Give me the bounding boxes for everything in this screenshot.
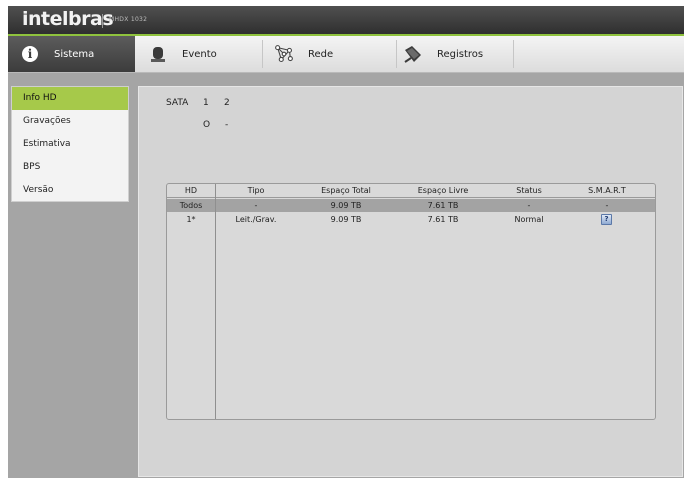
app-window: intelbras MHDX 1032 i Sistema Evento Red… — [8, 6, 684, 478]
nav-sistema-label: Sistema — [54, 48, 95, 60]
nav-registros-label: Registros — [437, 48, 484, 60]
table-row[interactable]: 1* Leit./Grav. 9.09 TB 7.61 TB Normal ? — [167, 213, 655, 226]
col-tipo: Tipo — [247, 186, 265, 195]
model-label: MHDX 1032 — [109, 16, 148, 23]
cell-hd: Todos — [179, 201, 203, 210]
nav-sistema[interactable]: i Sistema — [8, 36, 135, 72]
cell-tipo: - — [254, 201, 258, 210]
table-header: HD Tipo Espaço Total Espaço Livre Status… — [167, 184, 655, 198]
nav-evento-label: Evento — [182, 48, 217, 60]
sidebar-item-estimativa[interactable]: Estimativa — [12, 133, 128, 156]
cell-espaco-total: 9.09 TB — [330, 215, 362, 224]
col-smart: S.M.A.R.T — [588, 186, 626, 195]
sidebar-item-gravacoes[interactable]: Gravações — [12, 110, 128, 133]
sata-index: 2 — [224, 98, 230, 108]
cell-tipo: Leit./Grav. — [235, 215, 277, 224]
sidebar-item-bps[interactable]: BPS — [12, 156, 128, 179]
sidebar: Info HD Gravações Estimativa BPS Versão — [11, 86, 129, 202]
nav-divider — [262, 40, 263, 68]
nav-rede[interactable]: Rede — [274, 36, 384, 72]
nav-registros[interactable]: Registros — [403, 36, 518, 72]
network-icon — [274, 44, 294, 64]
cell-smart: - — [605, 201, 609, 210]
sidebar-item-label: Estimativa — [23, 139, 71, 149]
col-hd: HD — [184, 186, 198, 195]
sidebar-item-label: Gravações — [23, 116, 71, 126]
sidebar-item-versao[interactable]: Versão — [12, 179, 128, 202]
nav-rede-label: Rede — [308, 48, 334, 60]
table-divider — [215, 184, 216, 419]
records-icon — [403, 44, 423, 64]
cell-status: Normal — [514, 215, 544, 224]
sata-index: 1 — [203, 98, 209, 108]
nav-divider — [513, 40, 514, 68]
cell-status: - — [527, 201, 531, 210]
alarm-light-icon — [148, 44, 168, 64]
col-espaco-livre: Espaço Livre — [417, 186, 469, 195]
sidebar-item-label: Info HD — [23, 93, 57, 103]
cell-hd: 1* — [186, 215, 196, 224]
col-espaco-total: Espaço Total — [321, 186, 371, 195]
sidebar-item-info-hd[interactable]: Info HD — [12, 87, 128, 110]
col-status: Status — [516, 186, 542, 195]
smart-status-icon[interactable]: ? — [601, 214, 612, 225]
logo-divider — [102, 14, 103, 28]
table-row[interactable]: Todos - 9.09 TB 7.61 TB - - — [167, 199, 655, 212]
info-icon: i — [20, 44, 40, 64]
sata-status: O — [203, 120, 211, 130]
cell-espaco-livre: 7.61 TB — [427, 201, 459, 210]
nav-evento[interactable]: Evento — [148, 36, 258, 72]
main-nav: i Sistema Evento Rede Registros — [8, 36, 684, 73]
sidebar-item-label: Versão — [23, 185, 54, 195]
hd-table: HD Tipo Espaço Total Espaço Livre Status… — [166, 183, 656, 420]
sata-label: SATA — [166, 98, 189, 108]
title-bar: intelbras MHDX 1032 — [8, 6, 684, 34]
sata-status: - — [225, 120, 229, 130]
content-panel: SATA 1 2 O - HD Tipo Espaço Total Espaço… — [138, 86, 683, 477]
brand-logo: intelbras — [22, 8, 114, 30]
cell-espaco-livre: 7.61 TB — [427, 215, 459, 224]
sidebar-item-label: BPS — [23, 162, 41, 172]
cell-espaco-total: 9.09 TB — [330, 201, 362, 210]
nav-divider — [396, 40, 397, 68]
